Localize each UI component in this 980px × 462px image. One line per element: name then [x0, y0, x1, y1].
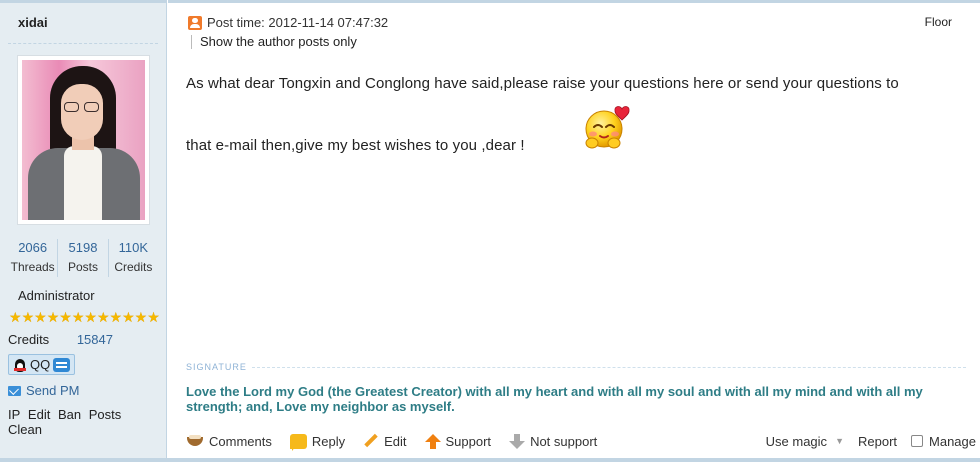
star-icon: ★	[46, 309, 60, 325]
stat-credits-value[interactable]: 110K	[109, 239, 158, 257]
star-icon: ★	[34, 309, 47, 325]
user-online-icon	[188, 15, 202, 30]
use-magic-label: Use magic	[765, 433, 828, 449]
signature-divider	[252, 367, 966, 368]
user-group[interactable]: Administrator	[18, 288, 95, 303]
username[interactable]: xidai	[18, 15, 48, 30]
stat-threads[interactable]: 2066 Threads	[8, 239, 59, 277]
admin-tool-ip[interactable]: IP	[8, 407, 20, 422]
stat-threads-value[interactable]: 2066	[8, 239, 57, 257]
stat-credits[interactable]: 110K Credits	[109, 239, 158, 277]
floor-label[interactable]: Floor	[925, 15, 952, 29]
star-icon: ★	[9, 309, 22, 325]
avatar-frame[interactable]	[17, 55, 150, 225]
star-icon: ★	[59, 309, 72, 325]
author-only-link[interactable]: Show the author posts only	[191, 35, 357, 49]
not-support-label: Not support	[530, 433, 598, 449]
credits-row: Credits 15847	[8, 332, 113, 347]
arrow-down-icon	[509, 433, 526, 449]
star-icon: ★	[96, 309, 110, 325]
admin-tool-ban[interactable]: Ban	[58, 407, 81, 422]
arrow-up-icon	[424, 433, 441, 449]
support-button[interactable]: Support	[424, 433, 492, 449]
manage-control: Manage	[911, 434, 976, 449]
qq-penguin-icon	[13, 357, 27, 373]
edit-button[interactable]: Edit	[363, 433, 406, 449]
user-stats: 2066 Threads 5198 Posts 110K Credits	[8, 239, 158, 277]
bottom-border	[0, 458, 980, 462]
stat-posts[interactable]: 5198 Posts	[58, 239, 109, 277]
admin-tools: IP Edit Ban Posts Clean	[8, 407, 166, 437]
star-icon: ★	[84, 309, 97, 325]
post-text-line-2: that e-mail then,give my best wishes to …	[186, 137, 525, 154]
blushing-smiley-icon	[585, 106, 630, 149]
star-icon: ★	[134, 309, 148, 325]
report-link[interactable]: Report	[858, 434, 897, 449]
avatar[interactable]	[22, 60, 145, 220]
credits-label: Credits	[8, 332, 50, 347]
support-label: Support	[445, 433, 492, 449]
pencil-icon	[363, 433, 379, 449]
rank-stars: ★★★★★★★★★★★★	[9, 309, 160, 325]
admin-tool-clean[interactable]: Clean	[8, 422, 42, 437]
reply-bubble-icon	[289, 433, 307, 451]
use-magic-menu[interactable]: Use magic ▼	[766, 434, 844, 449]
coffee-cup-icon	[186, 434, 204, 448]
manage-checkbox[interactable]	[911, 435, 924, 447]
post-text-line-1: As what dear Tongxin and Conglong have s…	[186, 75, 899, 92]
admin-tool-edit[interactable]: Edit	[28, 407, 50, 422]
mail-icon	[8, 385, 21, 396]
signature-text: Love the Lord my God (the Greatest Creat…	[186, 384, 923, 414]
stat-posts-label: Posts	[67, 260, 98, 274]
star-icon: ★	[122, 309, 135, 325]
admin-tool-posts[interactable]: Posts	[89, 407, 122, 422]
signature-label: SIGNATURE	[186, 362, 247, 372]
post-content: As what dear Tongxin and Conglong have s…	[186, 71, 966, 159]
manage-label[interactable]: Manage	[929, 434, 976, 449]
chevron-down-icon: ▼	[835, 436, 844, 446]
comments-button[interactable]: Comments	[186, 434, 272, 449]
star-icon: ★	[109, 309, 123, 325]
send-pm-label: Send PM	[26, 383, 80, 398]
chat-bubble-icon	[53, 357, 71, 372]
user-info-panel: xidai 2066 Threads 5198 Posts 110K Credi…	[0, 0, 167, 462]
reply-label: Reply	[311, 433, 346, 449]
qq-button[interactable]: QQ	[8, 354, 76, 375]
comments-label: Comments	[209, 433, 272, 449]
credits-value: 15847	[76, 332, 113, 347]
edit-label: Edit	[384, 433, 407, 449]
post-actions: Comments Reply Edit Support Not support …	[186, 433, 976, 451]
star-icon: ★	[147, 309, 160, 325]
post-main: Post time: 2012-11-14 07:47:32 Show the …	[168, 0, 980, 462]
post-actions-right: Use magic ▼ Report Manage	[766, 434, 976, 449]
post-header: Post time: 2012-11-14 07:47:32	[188, 15, 388, 30]
stat-posts-value[interactable]: 5198	[58, 239, 107, 257]
post-time: Post time: 2012-11-14 07:47:32	[207, 15, 389, 30]
star-icon: ★	[71, 309, 85, 325]
not-support-button[interactable]: Not support	[509, 433, 598, 449]
stat-threads-label: Threads	[10, 260, 55, 274]
reply-button[interactable]: Reply	[289, 433, 346, 451]
divider	[8, 43, 158, 44]
stat-credits-label: Credits	[114, 260, 153, 274]
send-pm-link[interactable]: Send PM	[8, 383, 79, 398]
star-icon: ★	[21, 309, 35, 325]
qq-label: QQ	[30, 357, 51, 372]
